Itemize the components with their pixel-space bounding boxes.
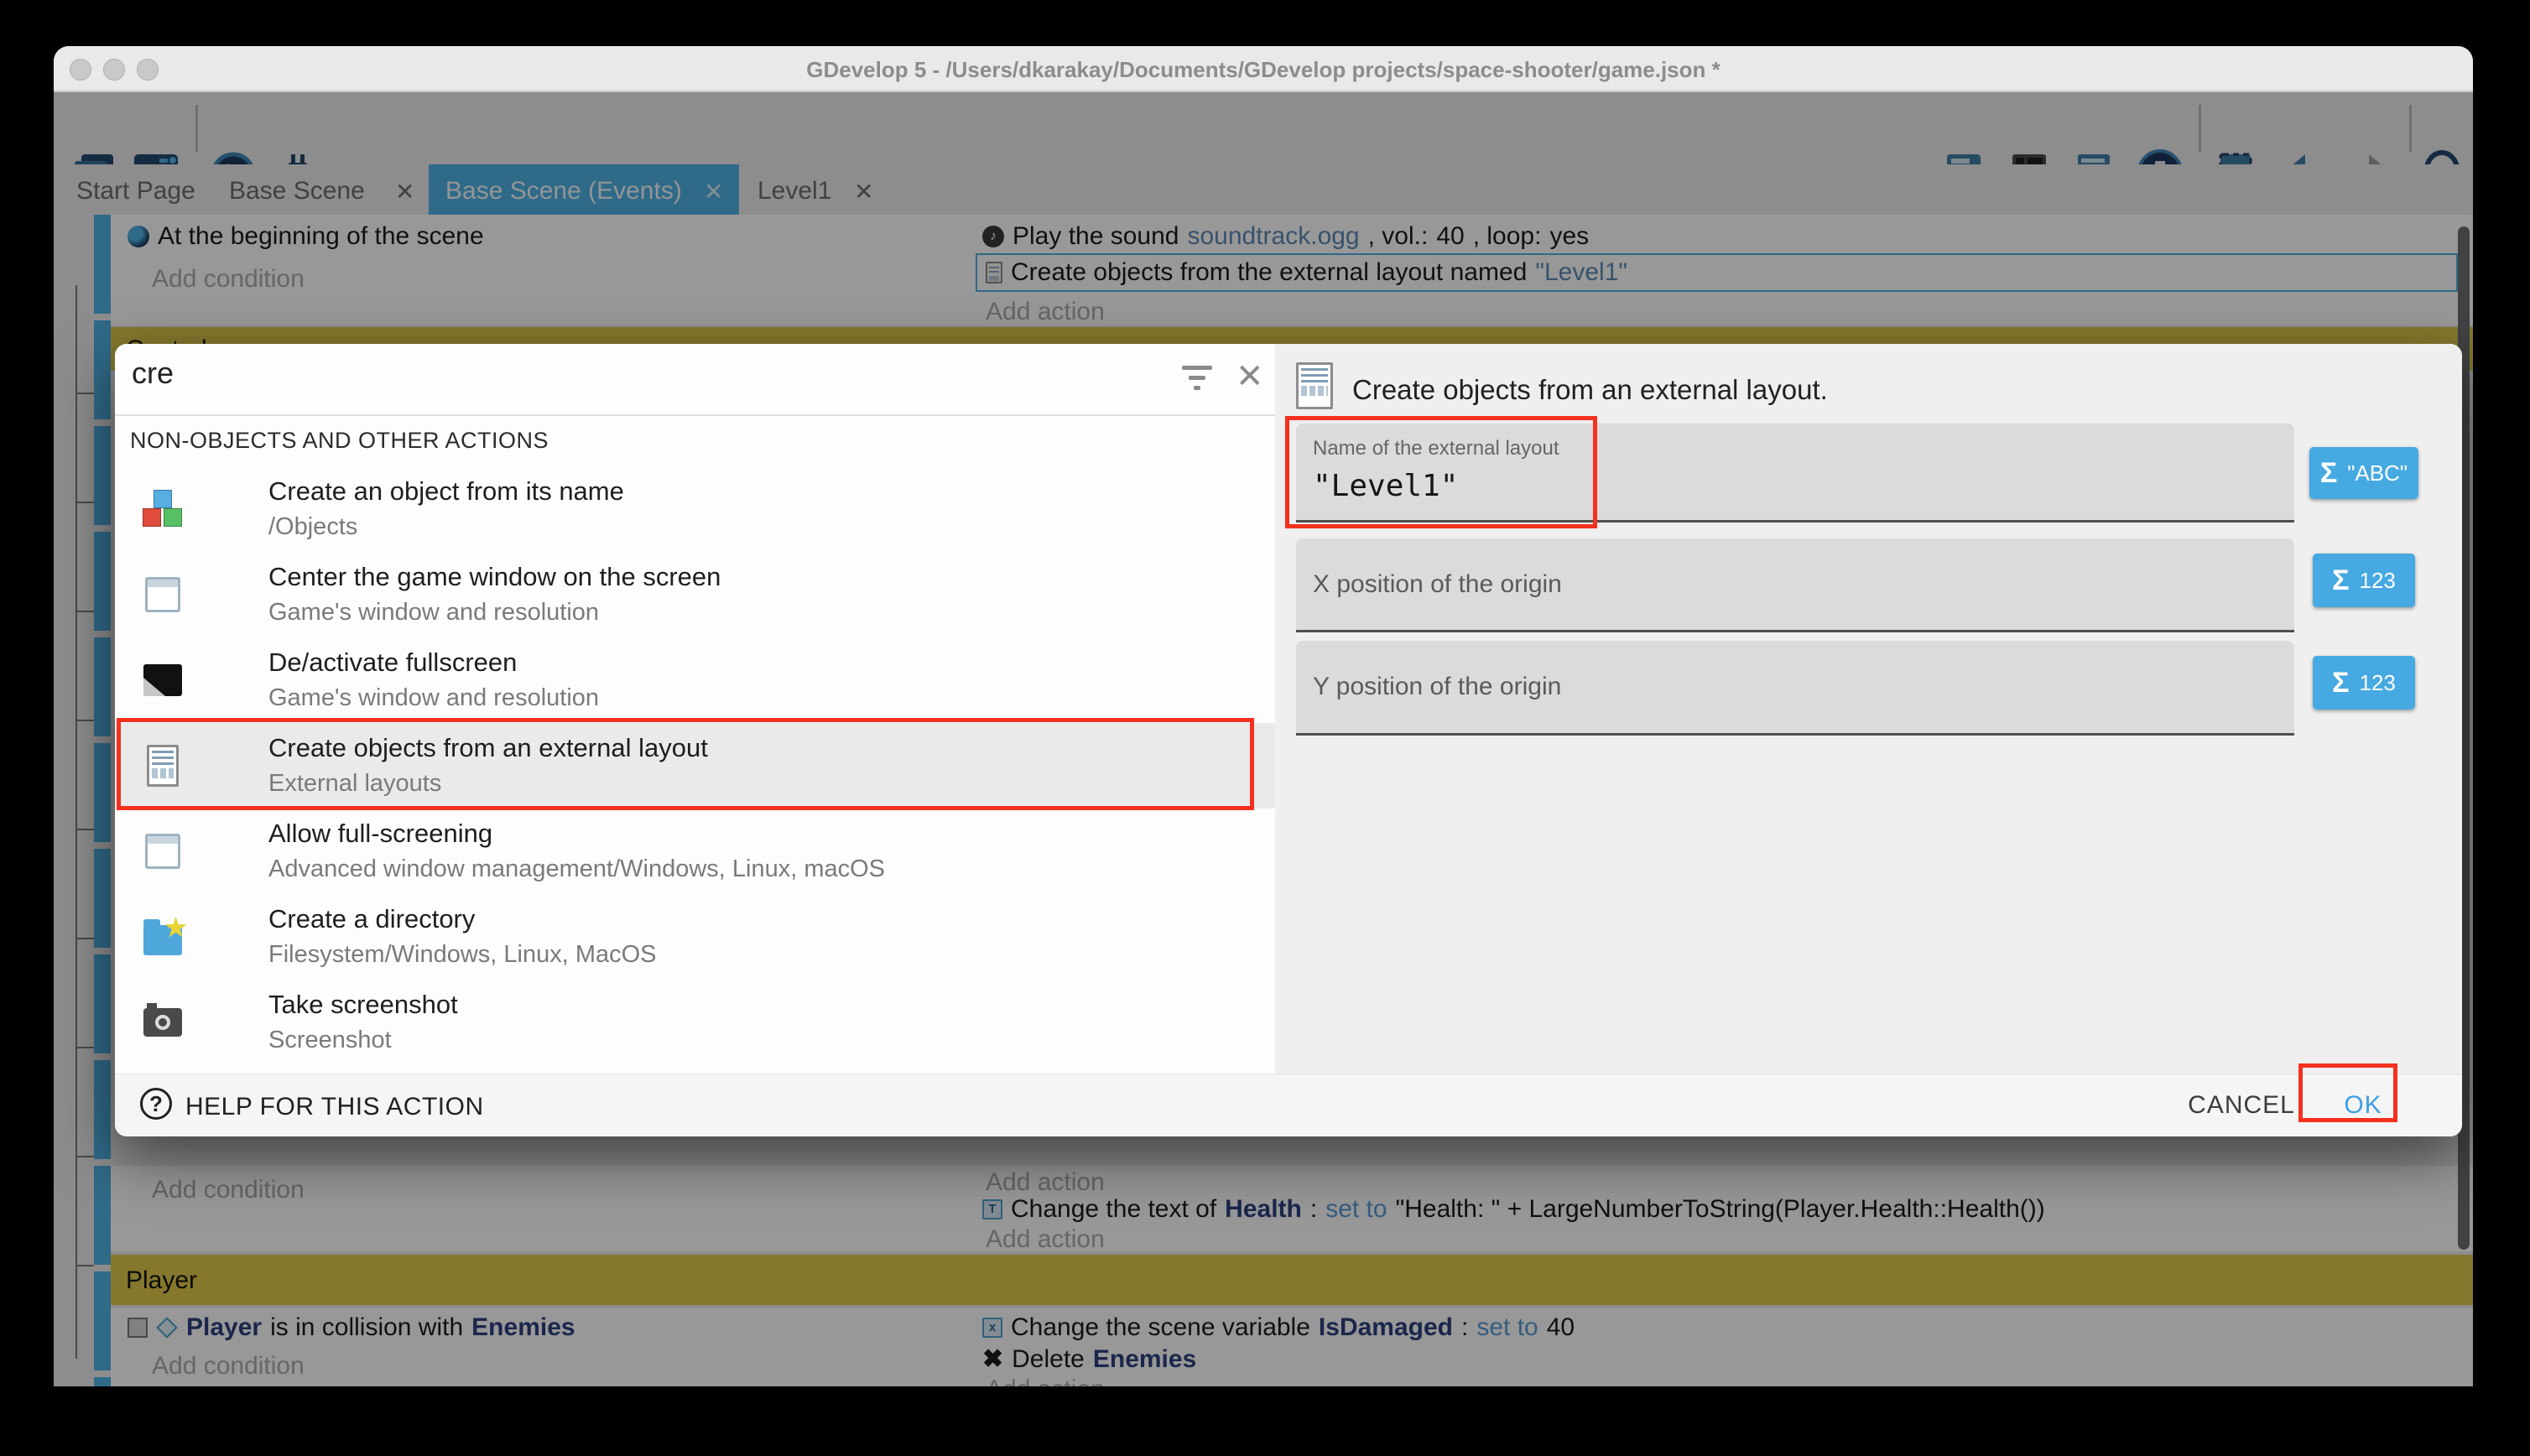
fullscreen-icon bbox=[140, 658, 185, 703]
sigma-icon: Σ bbox=[2332, 667, 2349, 699]
divider bbox=[115, 414, 1275, 416]
list-item[interactable]: Take screenshot Screenshot bbox=[115, 980, 1275, 1065]
x-position-field[interactable]: X position of the origin bbox=[1296, 538, 2294, 632]
sigma-icon: Σ bbox=[2320, 457, 2337, 490]
annotation-box-name-field bbox=[1285, 416, 1597, 528]
expression-builder-button[interactable]: Σ 123 bbox=[2313, 554, 2415, 607]
item-subtitle: Game's window and resolution bbox=[268, 684, 599, 712]
titlebar[interactable]: GDevelop 5 - /Users/dkarakay/Documents/G… bbox=[54, 46, 2473, 92]
expression-builder-button[interactable]: Σ "ABC" bbox=[2309, 447, 2418, 499]
item-title: Create a directory bbox=[268, 904, 475, 934]
game-window-icon bbox=[140, 572, 185, 617]
folder-icon: ★ bbox=[140, 914, 185, 959]
dialog-footer: ? HELP FOR THIS ACTION CANCEL OK bbox=[115, 1074, 2462, 1136]
instruction-editor-dialog: cre ✕ NON-OBJECTS AND OTHER ACTIONS Crea… bbox=[115, 344, 2462, 1136]
button-label: "ABC" bbox=[2347, 460, 2408, 486]
annotation-box-ok bbox=[2298, 1063, 2397, 1122]
cancel-button[interactable]: CANCEL bbox=[2170, 1084, 2313, 1126]
field-label: Y position of the origin bbox=[1313, 673, 1561, 701]
game-window-icon bbox=[140, 829, 185, 874]
item-subtitle: /Objects bbox=[268, 513, 357, 541]
list-item[interactable]: De/activate fullscreen Game's window and… bbox=[115, 637, 1275, 723]
filter-icon[interactable] bbox=[1182, 364, 1219, 394]
expression-builder-button[interactable]: Σ 123 bbox=[2313, 656, 2415, 710]
item-title: Take screenshot bbox=[268, 990, 458, 1020]
objects-cubes-icon bbox=[140, 486, 185, 532]
field-label: X position of the origin bbox=[1313, 570, 1562, 599]
item-title: Allow full-screening bbox=[268, 819, 492, 849]
camera-icon bbox=[140, 1000, 185, 1045]
item-subtitle: Game's window and resolution bbox=[268, 599, 599, 627]
item-title: De/activate fullscreen bbox=[268, 647, 517, 678]
section-header: NON-OBJECTS AND OTHER ACTIONS bbox=[130, 428, 549, 454]
list-item[interactable]: Create an object from its name /Objects bbox=[115, 466, 1275, 552]
annotation-box-selected-action bbox=[117, 718, 1254, 810]
item-subtitle: Advanced window management/Windows, Linu… bbox=[268, 855, 885, 883]
panel-title: Create objects from an external layout. bbox=[1352, 374, 1828, 406]
help-icon[interactable]: ? bbox=[140, 1088, 172, 1120]
desktop: GDevelop 5 - /Users/dkarakay/Documents/G… bbox=[0, 0, 2530, 1456]
help-button[interactable]: HELP FOR THIS ACTION bbox=[185, 1093, 484, 1121]
item-subtitle: Filesystem/Windows, Linux, MacOS bbox=[268, 941, 657, 969]
action-chooser-pane: cre ✕ NON-OBJECTS AND OTHER ACTIONS Crea… bbox=[115, 344, 1275, 1074]
y-position-field[interactable]: Y position of the origin bbox=[1296, 641, 2294, 736]
button-label: 123 bbox=[2360, 568, 2396, 594]
window-title: GDevelop 5 - /Users/dkarakay/Documents/G… bbox=[54, 57, 2473, 83]
clear-search-icon[interactable]: ✕ bbox=[1236, 357, 1264, 396]
button-label: 123 bbox=[2360, 670, 2396, 696]
external-layout-icon bbox=[1296, 362, 1333, 409]
item-subtitle: Screenshot bbox=[268, 1027, 392, 1054]
item-title: Center the game window on the screen bbox=[268, 562, 721, 592]
list-item[interactable]: Center the game window on the screen Gam… bbox=[115, 552, 1275, 637]
list-item[interactable]: ★ Create a directory Filesystem/Windows,… bbox=[115, 894, 1275, 980]
list-item[interactable]: Allow full-screening Advanced window man… bbox=[115, 809, 1275, 894]
item-title: Create an object from its name bbox=[268, 476, 624, 507]
search-input[interactable]: cre bbox=[132, 356, 174, 391]
sigma-icon: Σ bbox=[2332, 564, 2349, 597]
